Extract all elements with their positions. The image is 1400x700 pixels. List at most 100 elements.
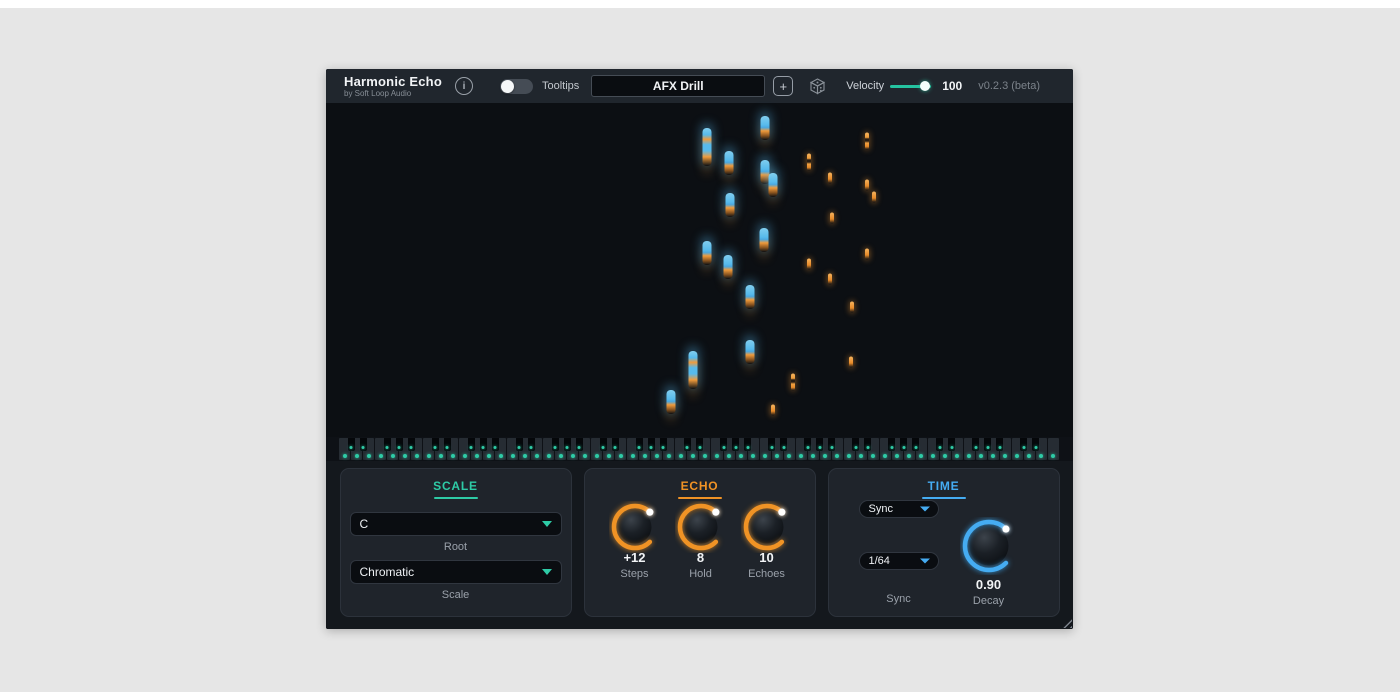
black-key[interactable] xyxy=(804,438,811,451)
echo-spark xyxy=(865,180,869,191)
active-note-dot xyxy=(511,454,515,458)
black-key[interactable] xyxy=(552,438,559,451)
velocity-value: 100 xyxy=(942,79,962,93)
knob-steps[interactable]: +12Steps xyxy=(603,501,667,580)
black-key[interactable] xyxy=(696,438,703,451)
black-key[interactable] xyxy=(912,438,919,451)
black-key[interactable] xyxy=(432,438,439,451)
black-key[interactable] xyxy=(384,438,391,451)
preset-name: AFX Drill xyxy=(653,79,704,93)
velocity-slider[interactable] xyxy=(890,80,931,92)
active-note-dot xyxy=(686,446,689,449)
black-key[interactable] xyxy=(828,438,835,451)
black-key[interactable] xyxy=(732,438,739,451)
active-note-dot xyxy=(655,454,659,458)
black-key[interactable] xyxy=(768,438,775,451)
active-note-dot xyxy=(1022,446,1025,449)
black-key[interactable] xyxy=(636,438,643,451)
black-key[interactable] xyxy=(996,438,1003,451)
black-key[interactable] xyxy=(396,438,403,451)
black-key[interactable] xyxy=(852,438,859,451)
active-note-dot xyxy=(463,454,467,458)
echo-panel-rule xyxy=(678,497,722,499)
version-label: v0.2.3 (beta) xyxy=(978,80,1040,92)
velocity-knob[interactable] xyxy=(920,81,930,91)
active-note-dot xyxy=(602,446,605,449)
knob-decay[interactable] xyxy=(960,517,1018,580)
black-key[interactable] xyxy=(360,438,367,451)
active-note-dot xyxy=(662,446,665,449)
black-key[interactable] xyxy=(984,438,991,451)
echo-spark xyxy=(807,154,811,171)
black-key[interactable] xyxy=(1020,438,1027,451)
active-note-dot xyxy=(386,446,389,449)
black-key[interactable] xyxy=(576,438,583,451)
black-key[interactable] xyxy=(660,438,667,451)
active-note-dot xyxy=(667,454,671,458)
active-note-dot xyxy=(547,454,551,458)
active-note-dot xyxy=(830,446,833,449)
black-key[interactable] xyxy=(864,438,871,451)
black-key[interactable] xyxy=(720,438,727,451)
active-note-dot xyxy=(1034,446,1037,449)
active-note-dot xyxy=(703,454,707,458)
active-note-dot xyxy=(895,454,899,458)
black-key[interactable] xyxy=(1032,438,1039,451)
black-key[interactable] xyxy=(408,438,415,451)
division-dropdown[interactable]: 1/64 xyxy=(859,552,939,570)
echo-spark xyxy=(791,374,795,391)
tooltips-toggle[interactable] xyxy=(500,79,533,94)
black-key[interactable] xyxy=(528,438,535,451)
active-note-dot xyxy=(751,454,755,458)
app-title: Harmonic Echo xyxy=(344,75,442,88)
sync-mode-value: Sync xyxy=(869,503,893,515)
note-particle xyxy=(760,228,769,252)
active-note-dot xyxy=(859,454,863,458)
active-note-dot xyxy=(403,454,407,458)
active-note-dot xyxy=(931,454,935,458)
add-preset-button[interactable]: + xyxy=(773,76,793,96)
note-particle xyxy=(667,390,676,414)
black-key[interactable] xyxy=(444,438,451,451)
black-key[interactable] xyxy=(492,438,499,451)
knob-hold[interactable]: 8Hold xyxy=(669,501,733,580)
black-key[interactable] xyxy=(648,438,655,451)
black-key[interactable] xyxy=(600,438,607,451)
active-note-dot xyxy=(434,446,437,449)
black-key[interactable] xyxy=(468,438,475,451)
active-note-dot xyxy=(770,446,773,449)
black-key[interactable] xyxy=(936,438,943,451)
info-icon[interactable]: i xyxy=(455,77,473,95)
echo-spark xyxy=(850,302,854,313)
black-key[interactable] xyxy=(744,438,751,451)
active-note-dot xyxy=(919,454,923,458)
active-note-dot xyxy=(571,454,575,458)
black-key[interactable] xyxy=(480,438,487,451)
black-key[interactable] xyxy=(348,438,355,451)
sync-mode-dropdown[interactable]: Sync xyxy=(859,500,939,518)
knob-label: Hold xyxy=(689,568,712,580)
black-key[interactable] xyxy=(564,438,571,451)
active-note-dot xyxy=(854,446,857,449)
active-note-dot xyxy=(487,454,491,458)
black-key[interactable] xyxy=(972,438,979,451)
active-note-dot xyxy=(1027,454,1031,458)
root-dropdown[interactable]: C xyxy=(350,512,562,536)
white-key[interactable] xyxy=(1048,438,1059,460)
knob-echoes[interactable]: 10Echoes xyxy=(735,501,799,580)
black-key[interactable] xyxy=(516,438,523,451)
black-key[interactable] xyxy=(684,438,691,451)
black-key[interactable] xyxy=(948,438,955,451)
black-key[interactable] xyxy=(900,438,907,451)
keyboard-strip[interactable] xyxy=(326,437,1073,461)
preset-selector[interactable]: AFX Drill xyxy=(591,75,765,97)
black-key[interactable] xyxy=(888,438,895,451)
active-note-dot xyxy=(991,454,995,458)
scale-dropdown[interactable]: Chromatic xyxy=(350,560,562,584)
scale-panel-title: SCALE xyxy=(341,479,571,493)
active-note-dot xyxy=(439,454,443,458)
black-key[interactable] xyxy=(612,438,619,451)
black-key[interactable] xyxy=(780,438,787,451)
dice-icon[interactable] xyxy=(808,77,827,96)
black-key[interactable] xyxy=(816,438,823,451)
